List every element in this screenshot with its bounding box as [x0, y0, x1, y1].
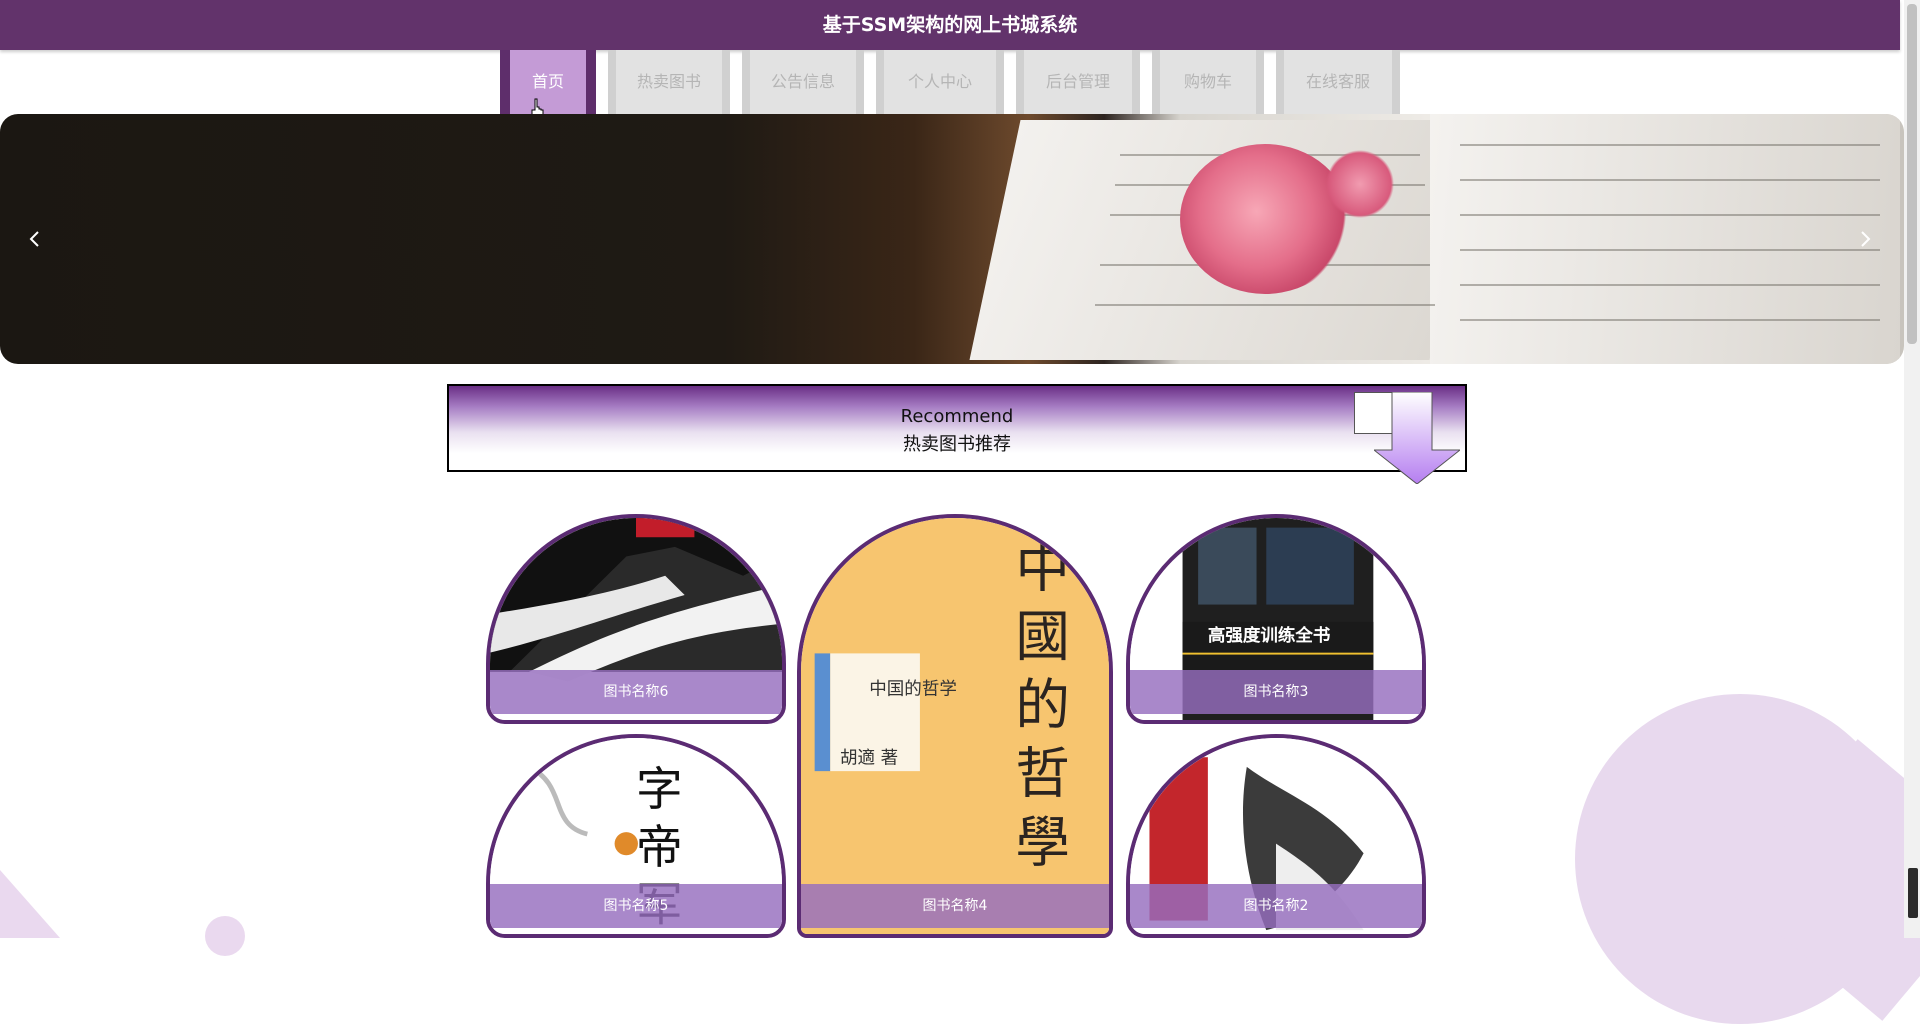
carousel-next-button[interactable]	[1850, 224, 1880, 254]
chevron-right-icon	[1861, 231, 1871, 247]
book-card-5[interactable]: 字 帝 军 图书名称5	[486, 734, 786, 938]
book-title: 图书名称4	[801, 884, 1109, 928]
nav-item-home[interactable]: 首页	[500, 50, 596, 114]
scrollbar-thumb[interactable]	[1907, 4, 1917, 344]
recommend-title-en: Recommend	[900, 406, 1014, 427]
nav-item-personal-center[interactable]: 个人中心	[876, 50, 1004, 114]
svg-text:字: 字	[636, 763, 683, 817]
svg-text:高强度训练全书: 高强度训练全书	[1208, 625, 1331, 646]
book-cover-image: 中国的哲学 胡適 著 中 國 的 哲 學	[801, 518, 1109, 934]
book-title: 图书名称3	[1130, 670, 1422, 714]
svg-text:哲: 哲	[1015, 742, 1070, 806]
nav-item-admin[interactable]: 后台管理	[1016, 50, 1140, 114]
svg-text:胡適 著: 胡適 著	[840, 748, 898, 768]
decor-dot	[205, 916, 245, 956]
book-page-right	[1430, 114, 1900, 364]
scrollbar-handle[interactable]	[1908, 868, 1918, 918]
page-scrollbar[interactable]	[1904, 0, 1920, 938]
site-header: 基于SSM架构的网上书城系统	[0, 0, 1900, 50]
recommend-header: Recommend 热卖图书推荐	[447, 384, 1467, 484]
book-title: 图书名称6	[490, 670, 782, 714]
book-title: 图书名称2	[1130, 884, 1422, 928]
down-arrow-icon	[1374, 392, 1460, 484]
svg-text:的: 的	[1015, 673, 1070, 737]
book-card-2[interactable]: 图书名称2	[1126, 734, 1426, 938]
carousel-prev-button[interactable]	[20, 224, 50, 254]
book-card-3[interactable]: 高强度训练全书 图书名称3	[1126, 514, 1426, 724]
book-card-4[interactable]: 中国的哲学 胡適 著 中 國 的 哲 學 图书名称4	[797, 514, 1113, 938]
svg-text:帝: 帝	[636, 820, 683, 874]
decor-triangle	[0, 870, 60, 938]
svg-text:中: 中	[1015, 536, 1070, 600]
chevron-left-icon	[29, 231, 39, 247]
svg-text:學: 學	[1015, 810, 1070, 874]
site-title: 基于SSM架构的网上书城系统	[822, 14, 1078, 36]
nav-item-online-service[interactable]: 在线客服	[1276, 50, 1400, 114]
svg-text:國: 國	[1015, 604, 1070, 668]
svg-text:中国的哲学: 中国的哲学	[869, 680, 957, 700]
banner-carousel[interactable]	[0, 114, 1904, 364]
book-card-6[interactable]: 图书名称6	[486, 514, 786, 724]
nav-item-hot-books[interactable]: 热卖图书	[608, 50, 730, 114]
nav-item-notices[interactable]: 公告信息	[742, 50, 864, 114]
recommend-title-cn: 热卖图书推荐	[903, 434, 1011, 455]
book-title: 图书名称5	[490, 884, 782, 928]
nav-item-cart[interactable]: 购物车	[1152, 50, 1264, 114]
